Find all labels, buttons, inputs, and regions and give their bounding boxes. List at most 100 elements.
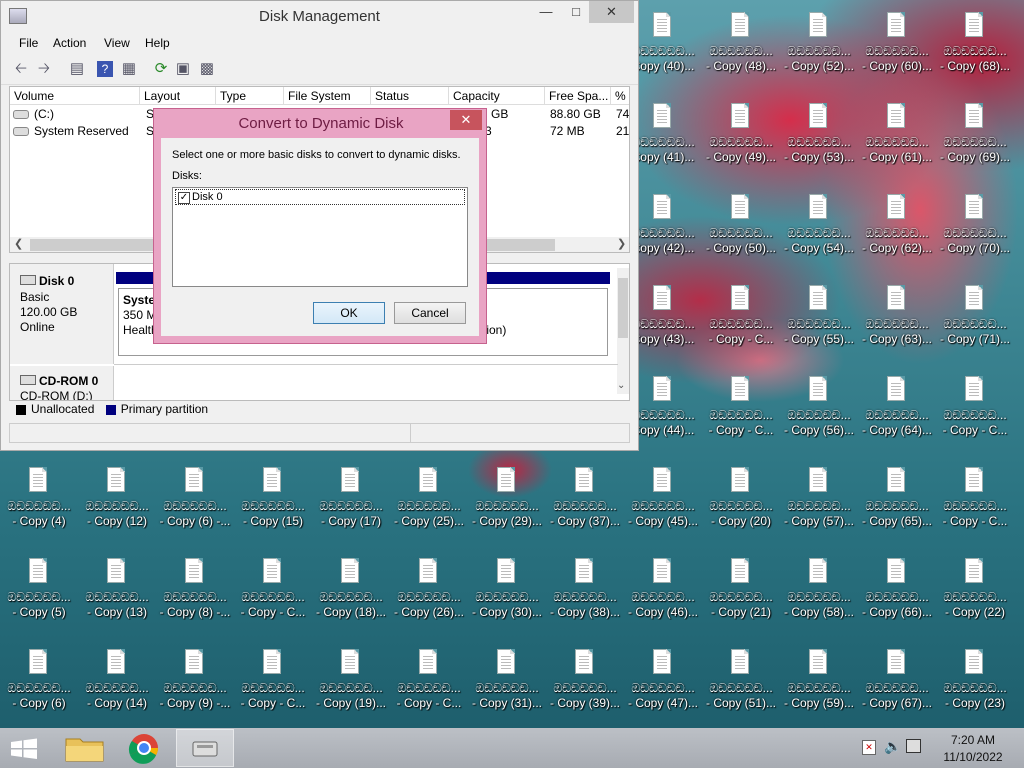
properties-icon[interactable]: ▦ [119, 59, 139, 79]
table-row[interactable]: (C:) [13, 106, 54, 123]
desktop-file-icon[interactable]: ඔඞඞඞඞඞ... - Copy (17) [312, 463, 390, 554]
desktop-file-icon[interactable]: ඔඞඞඞඞඞ... - Copy (38)... [546, 554, 624, 645]
desktop-file-icon[interactable]: ඔඞඞඞඞඞ... - Copy - C... [702, 372, 780, 463]
desktop-file-icon[interactable]: ඔඞඞඞඞඞ... - Copy (26)... [390, 554, 468, 645]
forward-arrow-icon[interactable]: 🡢 [34, 59, 54, 79]
desktop-file-icon[interactable]: ඔඞඞඞඞඞ... - Copy (12) [78, 463, 156, 554]
desktop-file-icon[interactable]: ඔඞඞඞඞඞ... - Copy (68)... [936, 8, 1014, 99]
cancel-button[interactable]: Cancel [394, 302, 466, 324]
desktop-file-icon[interactable]: ඔඞඞඞඞඞ... - Copy (56)... [780, 372, 858, 463]
menu-action[interactable]: Action [53, 36, 86, 50]
desktop-file-icon[interactable]: ඔඞඞඞඞඞ... - Copy - C... [936, 463, 1014, 554]
scroll-right-icon[interactable]: ❯ [617, 237, 626, 250]
col-free-space[interactable]: Free Spa... [545, 87, 611, 105]
help-icon[interactable]: ? [97, 61, 113, 77]
desktop-file-icon[interactable]: ඔඞඞඞඞඞ... - Copy (52)... [780, 8, 858, 99]
vscroll-thumb[interactable] [618, 278, 628, 338]
desktop-file-icon[interactable]: ඔඞඞඞඞඞ... - Copy (51)... [702, 645, 780, 728]
desktop-file-icon[interactable]: ඔඞඞඞඞඞ... - Copy (69)... [936, 99, 1014, 190]
col-percent-free[interactable]: % F [611, 87, 629, 105]
desktop-file-icon[interactable]: ඔඞඞඞඞඞ... - Copy (70)... [936, 190, 1014, 281]
desktop-file-icon[interactable]: ඔඞඞඞඞඞ... - Copy (21) [702, 554, 780, 645]
desktop-file-icon[interactable]: ඔඞඞඞඞඞ... - Copy (4) [0, 463, 78, 554]
desktop-file-icon[interactable]: ඔඞඞඞඞඞ... - Copy - C... [936, 372, 1014, 463]
desktop-file-icon[interactable]: ඔඞඞඞඞඞ... - Copy (14) [78, 645, 156, 728]
desktop-file-icon[interactable]: ඔඞඞඞඞඞ... - Copy - C... [390, 645, 468, 728]
desktop-file-icon[interactable]: ඔඞඞඞඞඞ... - Copy (6) -... [156, 463, 234, 554]
desktop-file-icon[interactable]: ඔඞඞඞඞඞ... - Copy (53)... [780, 99, 858, 190]
desktop-file-icon[interactable]: ඔඞඞඞඞඞ... - Copy (9) -... [156, 645, 234, 728]
volume-icon[interactable]: 🔈 [884, 738, 901, 755]
cdrom-label[interactable]: CD-ROM 0 CD-ROM (D:) [10, 366, 114, 400]
desktop-file-icon[interactable]: ඔඞඞඞඞඞ... - Copy (48)... [702, 8, 780, 99]
desktop-file-icon[interactable]: ඔඞඞඞඞඞ... - Copy (46)... [624, 554, 702, 645]
clock-time[interactable]: 7:20 AM [932, 733, 1014, 747]
disk-management-taskbar-button[interactable] [176, 729, 234, 767]
desktop-file-icon[interactable]: ඔඞඞඞඞඞ... - Copy (45)... [624, 463, 702, 554]
minimize-button[interactable]: — [531, 1, 561, 23]
desktop-file-icon[interactable]: ඔඞඞඞඞඞ... - Copy (47)... [624, 645, 702, 728]
show-hide-console-tree-icon[interactable]: ▤ [67, 59, 87, 79]
settings-icon[interactable]: ▩ [197, 59, 217, 79]
desktop-file-icon[interactable]: ඔඞඞඞඞඞ... - Copy (63)... [858, 281, 936, 372]
desktop-file-icon[interactable]: ඔඞඞඞඞඞ... - Copy (57)... [780, 463, 858, 554]
desktop-file-icon[interactable]: ඔඞඞඞඞඞ... - Copy (64)... [858, 372, 936, 463]
col-file-system[interactable]: File System [284, 87, 371, 105]
desktop-file-icon[interactable]: ඔඞඞඞඞඞ... - Copy (15) [234, 463, 312, 554]
desktop-file-icon[interactable]: ඔඞඞඞඞඞ... - Copy (59)... [780, 645, 858, 728]
desktop-file-icon[interactable]: ඔඞඞඞඞඞ... - Copy - C... [702, 281, 780, 372]
chrome-button[interactable] [116, 729, 174, 767]
col-capacity[interactable]: Capacity [449, 87, 545, 105]
disk0-label[interactable]: Disk 0 Basic 120.00 GB Online [10, 264, 114, 364]
menu-view[interactable]: View [104, 36, 130, 50]
desktop-file-icon[interactable]: ඔඞඞඞඞඞ... - Copy (29)... [468, 463, 546, 554]
desktop-file-icon[interactable]: ඔඞඞඞඞඞ... - Copy (55)... [780, 281, 858, 372]
table-row[interactable]: System Reserved [13, 123, 129, 140]
file-explorer-button[interactable] [58, 729, 116, 767]
rescan-disks-icon[interactable]: ▣ [173, 59, 193, 79]
col-status[interactable]: Status [371, 87, 449, 105]
desktop-file-icon[interactable]: ඔඞඞඞඞඞ... - Copy (30)... [468, 554, 546, 645]
desktop-file-icon[interactable]: ඔඞඞඞඞඞ... - Copy (67)... [858, 645, 936, 728]
desktop-file-icon[interactable]: ඔඞඞඞඞඞ... - Copy (18)... [312, 554, 390, 645]
action-center-flag-icon[interactable]: ✕ [862, 740, 876, 755]
desktop-file-icon[interactable]: ඔඞඞඞඞඞ... - Copy (61)... [858, 99, 936, 190]
desktop-file-icon[interactable]: ඔඞඞඞඞඞ... - Copy (6) [0, 645, 78, 728]
scroll-left-icon[interactable]: ❮ [14, 237, 23, 250]
desktop-file-icon[interactable]: ඔඞඞඞඞඞ... - Copy (22) [936, 554, 1014, 645]
desktop-file-icon[interactable]: ඔඞඞඞඞඞ... - Copy (23) [936, 645, 1014, 728]
col-layout[interactable]: Layout [140, 87, 216, 105]
desktop-file-icon[interactable]: ඔඞඞඞඞඞ... - Copy (13) [78, 554, 156, 645]
disk0-checkbox[interactable]: ✓ [178, 192, 190, 204]
desktop-file-icon[interactable]: ඔඞඞඞඞඞ... - Copy (50)... [702, 190, 780, 281]
desktop-file-icon[interactable]: ඔඞඞඞඞඞ... - Copy (49)... [702, 99, 780, 190]
desktop-file-icon[interactable]: ඔඞඞඞඞඞ... - Copy (60)... [858, 8, 936, 99]
desktop-file-icon[interactable]: ඔඞඞඞඞඞ... - Copy - C... [234, 554, 312, 645]
desktop-file-icon[interactable]: ඔඞඞඞඞඞ... - Copy (20) [702, 463, 780, 554]
scroll-down-icon[interactable]: ⌄ [617, 380, 625, 391]
desktop-file-icon[interactable]: ඔඞඞඞඞඞ... - Copy (71)... [936, 281, 1014, 372]
col-volume[interactable]: Volume [10, 87, 140, 105]
vertical-scrollbar[interactable]: ⌄ [617, 268, 629, 394]
desktop-file-icon[interactable]: ඔඞඞඞඞඞ... - Copy (31)... [468, 645, 546, 728]
desktop-file-icon[interactable]: ඔඞඞඞඞඞ... - Copy (58)... [780, 554, 858, 645]
menu-file[interactable]: File [19, 36, 38, 50]
desktop-file-icon[interactable]: ඔඞඞඞඞඞ... - Copy (8) -... [156, 554, 234, 645]
close-button[interactable]: ✕ [589, 1, 634, 23]
desktop-file-icon[interactable]: ඔඞඞඞඞඞ... - Copy (5) [0, 554, 78, 645]
start-button[interactable] [0, 729, 58, 767]
desktop-file-icon[interactable]: ඔඞඞඞඞඞ... - Copy (54)... [780, 190, 858, 281]
window-titlebar[interactable]: Disk Management — □ ✕ [1, 1, 638, 32]
desktop-file-icon[interactable]: ඔඞඞඞඞඞ... - Copy (39)... [546, 645, 624, 728]
desktop-file-icon[interactable]: ඔඞඞඞඞඞ... - Copy (66)... [858, 554, 936, 645]
desktop-file-icon[interactable]: ඔඞඞඞඞඞ... - Copy (62)... [858, 190, 936, 281]
desktop-file-icon[interactable]: ඔඞඞඞඞඞ... - Copy (19)... [312, 645, 390, 728]
desktop-file-icon[interactable]: ඔඞඞඞඞඞ... - Copy - C... [234, 645, 312, 728]
dialog-close-button[interactable]: ✕ [450, 110, 482, 130]
disks-list[interactable]: ✓ Disk 0 [172, 187, 468, 287]
refresh-icon[interactable]: ⟳ [151, 59, 171, 79]
desktop-file-icon[interactable]: ඔඞඞඞඞඞ... - Copy (37)... [546, 463, 624, 554]
back-arrow-icon[interactable]: 🡠 [11, 59, 31, 79]
ok-button[interactable]: OK [313, 302, 385, 324]
clock-date[interactable]: 11/10/2022 [932, 750, 1014, 764]
